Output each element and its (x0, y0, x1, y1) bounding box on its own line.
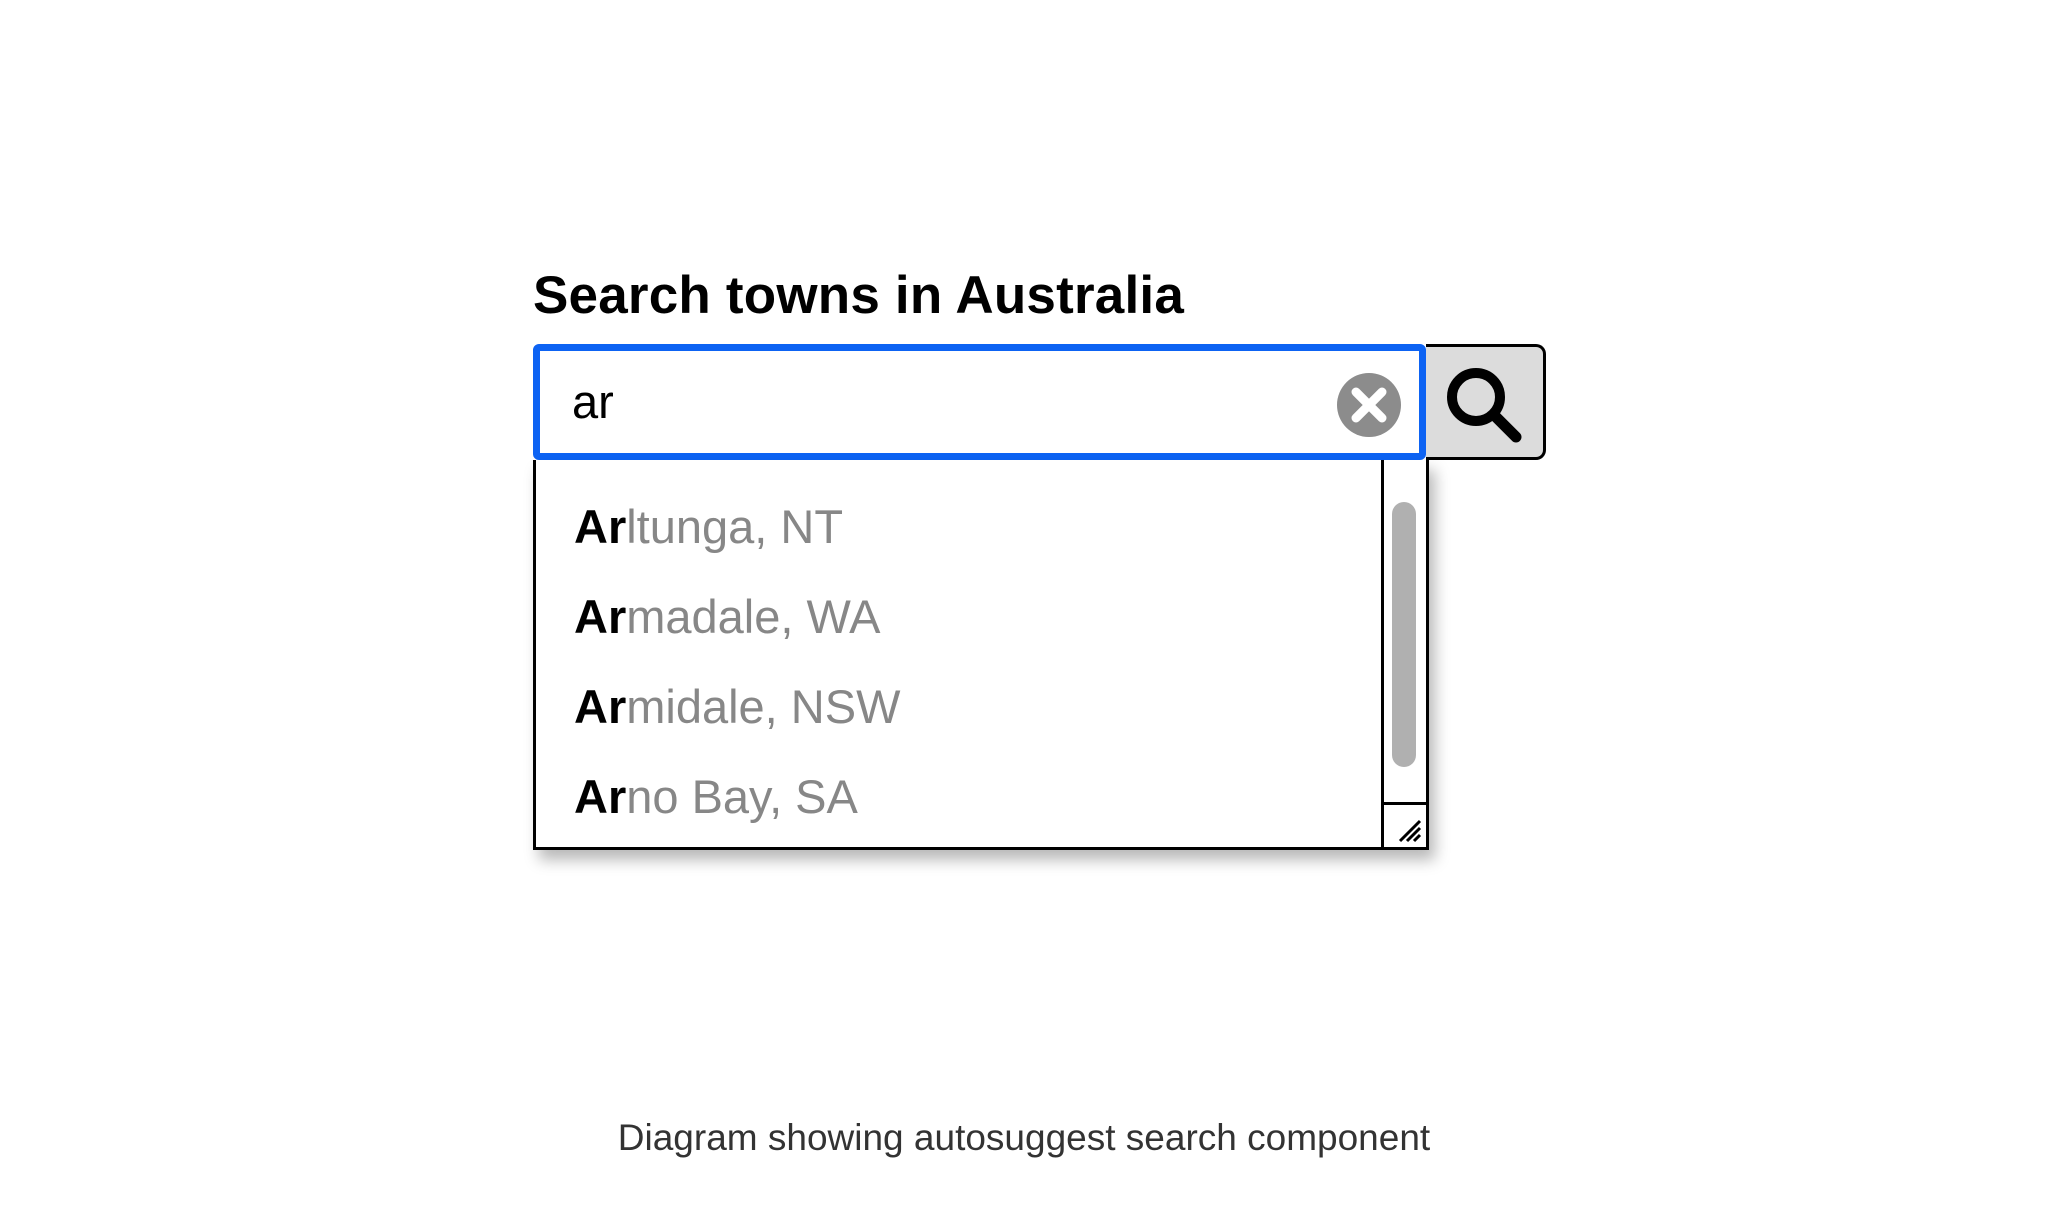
resize-handle[interactable] (1384, 802, 1426, 847)
suggestion-rest-text: midale, NSW (626, 680, 901, 733)
suggestion-options: Arltunga, NT Armadale, WA Armidale, NSW … (536, 460, 1381, 847)
suggestion-option[interactable]: Armidale, NSW (574, 678, 900, 736)
suggestion-match-text: Ar (574, 500, 627, 553)
search-input[interactable]: ar (533, 344, 1426, 460)
clear-circle-x-icon[interactable] (1336, 372, 1402, 438)
search-button[interactable] (1426, 344, 1546, 460)
clear-button[interactable] (1336, 372, 1402, 438)
scrollbar[interactable] (1381, 460, 1426, 847)
suggestion-rest-text: no Bay, SA (626, 770, 858, 823)
figure-caption: Diagram showing autosuggest search compo… (617, 1117, 1431, 1158)
suggestion-option[interactable]: Arltunga, NT (574, 498, 843, 556)
suggestion-match-text: Ar (574, 680, 627, 733)
suggestion-option[interactable]: Arno Bay, SA (574, 768, 858, 826)
magnifier-icon (1447, 368, 1522, 443)
search-label: Search towns in Australia (533, 266, 1184, 325)
suggestion-rest-text: ltunga, NT (626, 500, 844, 553)
suggestion-listbox[interactable]: Arltunga, NT Armadale, WA Armidale, NSW … (533, 460, 1429, 850)
suggestion-option[interactable]: Armadale, WA (574, 588, 880, 646)
suggestion-match-text: Ar (574, 590, 627, 643)
suggestion-rest-text: madale, WA (626, 590, 881, 643)
scrollbar-thumb[interactable] (1392, 502, 1416, 767)
search-input-value[interactable]: ar (572, 373, 614, 431)
resize-grip-icon (1398, 819, 1422, 843)
suggestion-match-text: Ar (574, 770, 627, 823)
